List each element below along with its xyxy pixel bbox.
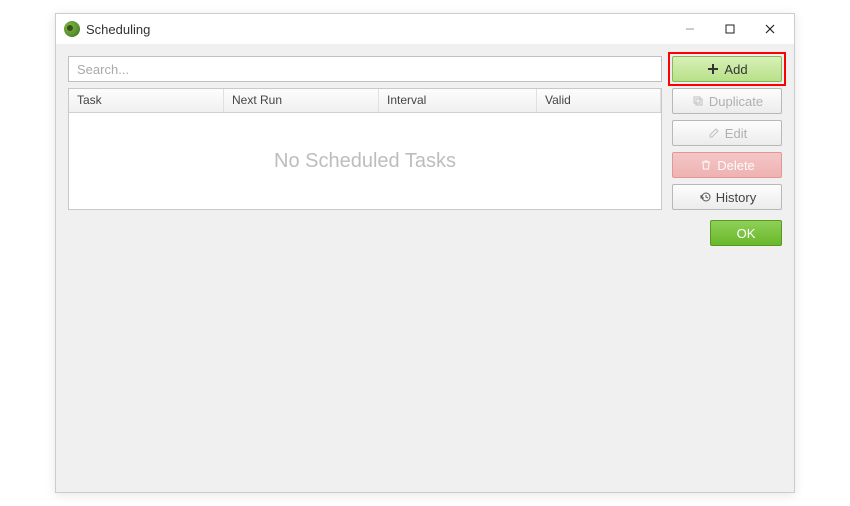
edit-button[interactable]: Edit	[672, 120, 782, 146]
close-icon	[764, 23, 776, 35]
history-label: History	[716, 190, 756, 205]
table-header: Task Next Run Interval Valid	[69, 89, 661, 113]
duplicate-button[interactable]: Duplicate	[672, 88, 782, 114]
scheduling-window: Scheduling Task Next Run Interval	[55, 13, 795, 493]
delete-label: Delete	[717, 158, 755, 173]
right-column: Add Duplicate Edit Delete History	[672, 56, 782, 210]
window-title: Scheduling	[86, 22, 670, 37]
table-body: No Scheduled Tasks	[69, 113, 661, 209]
column-task[interactable]: Task	[69, 89, 224, 112]
minimize-icon	[684, 23, 696, 35]
add-button[interactable]: Add	[672, 56, 782, 82]
add-label: Add	[724, 62, 747, 77]
duplicate-icon	[691, 94, 705, 108]
plus-icon	[706, 62, 720, 76]
edit-icon	[707, 126, 721, 140]
left-column: Task Next Run Interval Valid No Schedule…	[68, 56, 662, 210]
footer: OK	[68, 210, 782, 246]
column-interval[interactable]: Interval	[379, 89, 537, 112]
empty-message: No Scheduled Tasks	[274, 150, 456, 173]
history-icon	[698, 190, 712, 204]
search-input[interactable]	[68, 56, 662, 82]
column-next-run[interactable]: Next Run	[224, 89, 379, 112]
close-button[interactable]	[750, 15, 790, 43]
window-controls	[670, 15, 790, 43]
maximize-icon	[724, 23, 736, 35]
maximize-button[interactable]	[710, 15, 750, 43]
content-area: Task Next Run Interval Valid No Schedule…	[56, 44, 794, 492]
app-icon	[64, 21, 80, 37]
task-table: Task Next Run Interval Valid No Schedule…	[68, 88, 662, 210]
column-valid[interactable]: Valid	[537, 89, 661, 112]
main-row: Task Next Run Interval Valid No Schedule…	[68, 56, 782, 210]
ok-button[interactable]: OK	[710, 220, 782, 246]
delete-button[interactable]: Delete	[672, 152, 782, 178]
add-highlight: Add	[668, 52, 786, 86]
titlebar: Scheduling	[56, 14, 794, 44]
minimize-button[interactable]	[670, 15, 710, 43]
duplicate-label: Duplicate	[709, 94, 763, 109]
trash-icon	[699, 158, 713, 172]
history-button[interactable]: History	[672, 184, 782, 210]
edit-label: Edit	[725, 126, 747, 141]
